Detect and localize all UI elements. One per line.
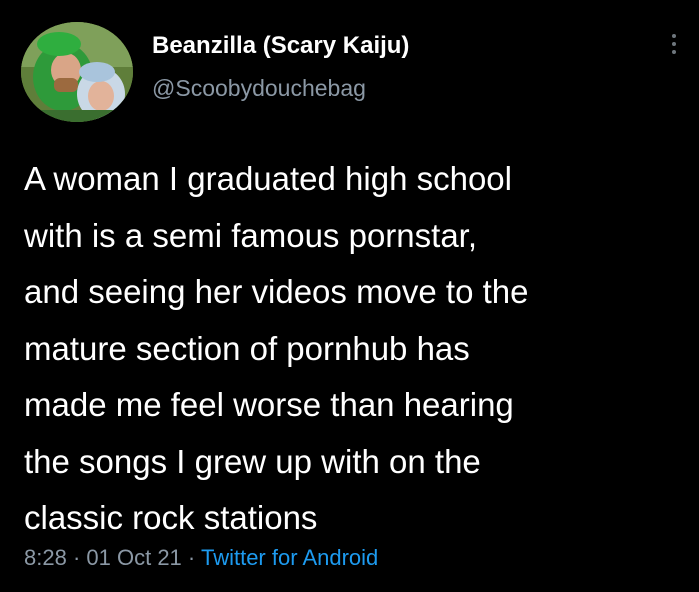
avatar-photo-icon xyxy=(21,22,133,122)
tweet-meta: 8:28 · 01 Oct 21 · Twitter for Android xyxy=(24,545,378,571)
avatar[interactable] xyxy=(21,22,133,122)
tweet-source-link[interactable]: Twitter for Android xyxy=(201,545,378,570)
tweet-card: Beanzilla (Scary Kaiju) @Scoobydouchebag… xyxy=(0,0,699,592)
author-names: Beanzilla (Scary Kaiju) @Scoobydouchebag xyxy=(152,32,409,102)
meta-separator: · xyxy=(187,545,196,570)
tweet-header: Beanzilla (Scary Kaiju) @Scoobydouchebag xyxy=(21,22,681,122)
more-vertical-icon[interactable] xyxy=(667,30,681,70)
tweet-date[interactable]: 01 Oct 21 xyxy=(86,545,181,570)
tweet-text: A woman I graduated high school with is … xyxy=(24,160,529,536)
dot xyxy=(672,34,676,38)
dot xyxy=(672,50,676,54)
meta-separator: · xyxy=(72,545,81,570)
display-name[interactable]: Beanzilla (Scary Kaiju) xyxy=(152,32,409,60)
user-handle[interactable]: @Scoobydouchebag xyxy=(152,74,409,102)
dot xyxy=(672,42,676,46)
tweet-time[interactable]: 8:28 xyxy=(24,545,67,570)
